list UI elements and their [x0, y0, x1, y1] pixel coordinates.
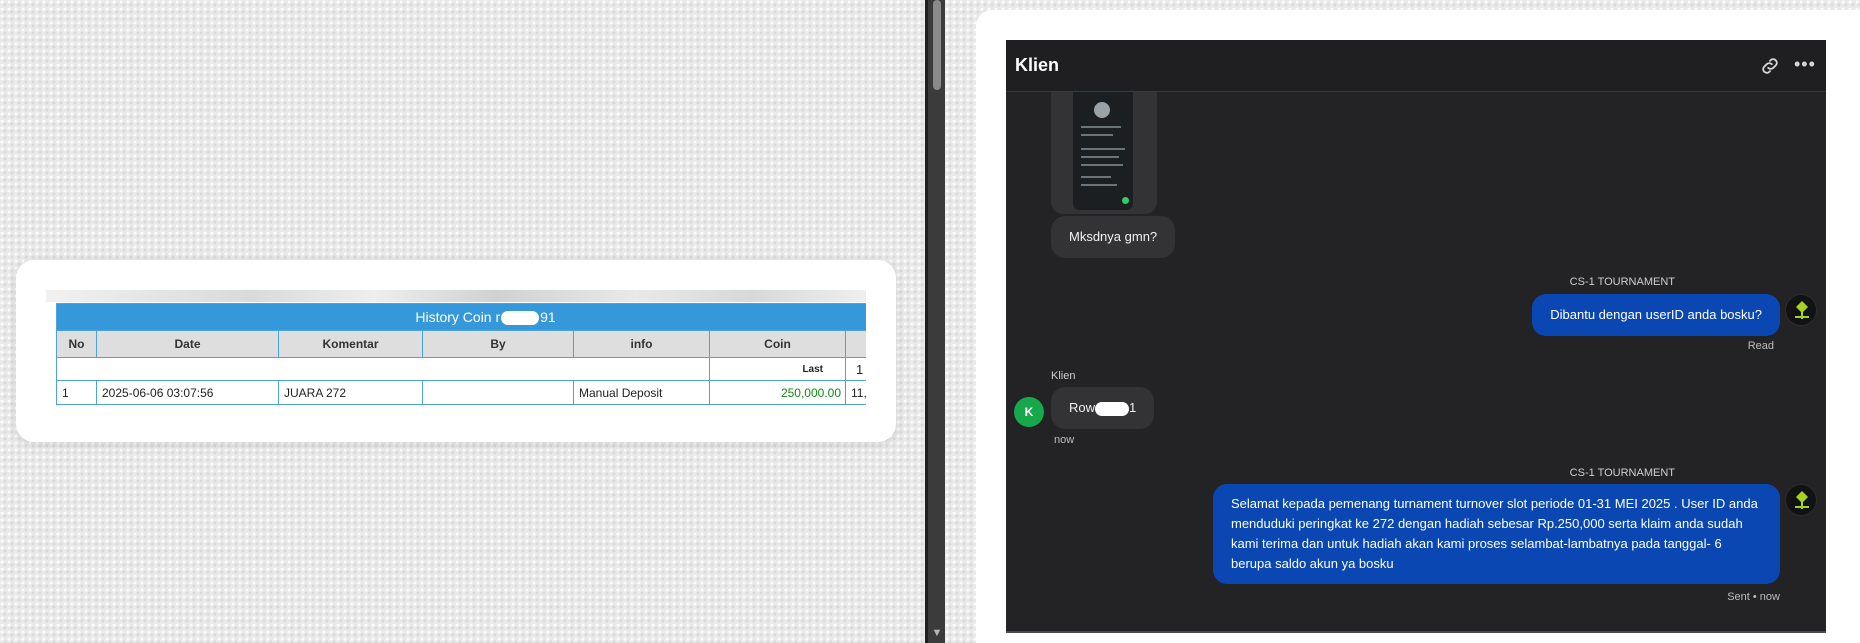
cell-date: 2025-06-06 03:07:56	[96, 380, 279, 405]
link-icon[interactable]	[1759, 55, 1781, 77]
thumbnail-line	[1081, 126, 1121, 128]
coin-history-title: History Coin r 91	[55, 303, 866, 331]
thumbnail-line	[1081, 164, 1123, 166]
message-text: Selamat kepada pemenang turnament turnov…	[1231, 496, 1758, 571]
read-status: Read	[1747, 340, 1774, 352]
title-suffix: 91	[540, 308, 556, 325]
thumbnail-line	[1081, 176, 1111, 178]
sub-row-blank	[56, 357, 710, 381]
message-text-suffix: 1	[1129, 400, 1137, 415]
outgoing-message-bubble[interactable]: Selamat kepada pemenang turnament turnov…	[1213, 484, 1780, 584]
cell-komentar: JUARA 272	[278, 380, 423, 405]
column-header-info: info	[573, 330, 710, 358]
message-text: Dibantu dengan userID anda bosku?	[1550, 307, 1762, 322]
sender-name: CS-1 TOURNAMENT	[1569, 467, 1675, 479]
thumbnail-avatar-icon	[1094, 102, 1110, 118]
cs-avatar-logo-icon	[1785, 484, 1817, 516]
cell-coin: 250,000.00	[709, 380, 846, 405]
incoming-message-bubble[interactable]: Row 1	[1051, 387, 1155, 429]
chat-header: Klien •••	[1006, 40, 1826, 92]
thumbnail-line	[1081, 148, 1125, 150]
message-time: now	[1054, 434, 1075, 446]
message-text-prefix: Row	[1069, 400, 1096, 415]
sender-name: Klien	[1051, 370, 1076, 382]
thumbnail-line	[1081, 184, 1117, 186]
cell-info: Manual Deposit	[573, 380, 710, 405]
thumbnail-line	[1081, 134, 1113, 136]
outgoing-message-bubble[interactable]: Dibantu dengan userID anda bosku?	[1532, 294, 1780, 336]
column-header-coin: Coin	[709, 330, 846, 358]
screenshot-thumbnail[interactable]	[1073, 92, 1133, 210]
chat-title: Klien	[1015, 55, 1060, 75]
title-prefix: History Coin r	[415, 308, 501, 325]
chat-card: Klien ••• Mksdnya gmn? CS-1 TOURNAMENT D…	[976, 10, 1860, 643]
column-header-no: No	[56, 330, 97, 358]
scrollbar-thumb[interactable]	[933, 0, 941, 90]
redaction-mark	[501, 311, 540, 326]
chat-panel: Klien ••• Mksdnya gmn? CS-1 TOURNAMENT D…	[1006, 40, 1826, 633]
column-header-komentar: Komentar	[278, 330, 423, 358]
incoming-message-bubble[interactable]: Mksdnya gmn?	[1051, 216, 1176, 258]
panel-divider: ▼	[925, 0, 945, 643]
redaction-mark	[1095, 401, 1130, 416]
scroll-down-arrow-icon[interactable]: ▼	[929, 626, 945, 640]
last-value: 1	[844, 357, 866, 381]
column-header-date: Date	[96, 330, 279, 358]
coin-history-card: History Coin r 91 No Date Komentar By inf…	[16, 260, 896, 442]
cell-next: 11,	[844, 380, 866, 405]
sent-status: Sent • now	[1727, 591, 1780, 603]
column-header-by: By	[422, 330, 574, 358]
last-label: Last	[709, 357, 846, 381]
cell-by	[422, 380, 574, 405]
map-background-strip	[46, 290, 866, 302]
image-message-bubble[interactable]	[1051, 92, 1157, 214]
message-text: Mksdnya gmn?	[1069, 229, 1158, 244]
sender-name: CS-1 TOURNAMENT	[1569, 276, 1675, 288]
more-options-icon[interactable]: •••	[1794, 55, 1816, 77]
column-header-extra	[844, 330, 866, 358]
cell-no: 1	[56, 380, 97, 405]
cs-avatar-logo-icon	[1785, 294, 1817, 326]
thumbnail-line	[1081, 156, 1119, 158]
composer-divider	[1006, 631, 1826, 633]
table-row: 1 2025-06-06 03:07:56 JUARA 272 Manual D…	[56, 380, 866, 405]
avatar: K	[1014, 397, 1044, 427]
coin-history-table: History Coin r 91 No Date Komentar By inf…	[55, 303, 866, 405]
coin-history-frame: History Coin r 91 No Date Komentar By inf…	[46, 290, 866, 412]
thumbnail-send-icon	[1122, 197, 1129, 204]
